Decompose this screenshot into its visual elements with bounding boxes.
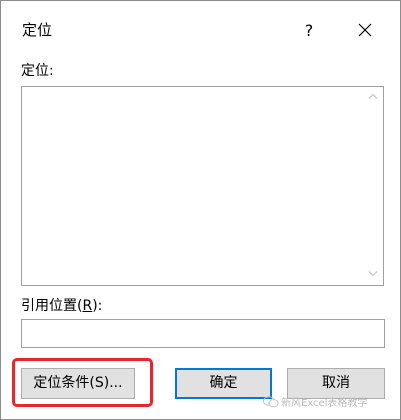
chevron-down-icon [368, 271, 378, 277]
scroll-down-button[interactable] [363, 265, 383, 285]
close-icon [358, 23, 372, 37]
chevron-up-icon [368, 93, 378, 99]
watermark: 新风Excel表格教学 [263, 396, 368, 411]
special-button[interactable]: 定位条件(S)... [21, 368, 135, 399]
goto-label: 定位: [21, 63, 54, 79]
goto-listbox[interactable] [21, 86, 384, 286]
reference-label: 引用位置(R): [21, 297, 102, 315]
listbox-scrollbar[interactable] [363, 87, 383, 285]
reference-label-prefix: 引用位置( [21, 298, 83, 314]
ok-button[interactable]: 确定 [175, 368, 272, 399]
reference-label-accesskey: R [82, 298, 93, 314]
goto-dialog: 定位 ? 定位: 引用位置(R): 定位条件(S)... 确定 取消 新风Exc… [0, 0, 401, 420]
cancel-button[interactable]: 取消 [287, 368, 385, 399]
reference-label-suffix: ): [92, 298, 103, 314]
reference-input[interactable] [21, 319, 385, 348]
dialog-title: 定位 [22, 21, 53, 39]
scroll-up-button[interactable] [363, 87, 383, 107]
wechat-icon [263, 396, 279, 408]
help-button[interactable]: ? [294, 18, 324, 44]
dialog-titlebar: 定位 ? [1, 1, 400, 57]
close-button[interactable] [350, 18, 380, 44]
watermark-text: 新风Excel表格教学 [281, 398, 368, 409]
